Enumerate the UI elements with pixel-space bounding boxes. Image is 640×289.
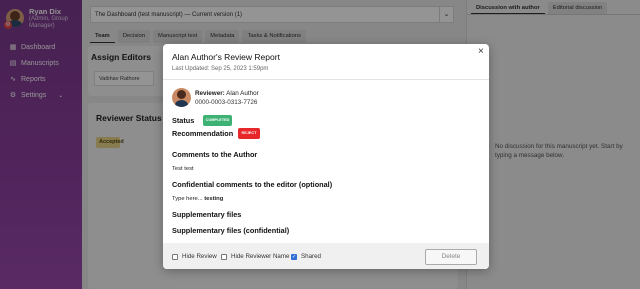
shared-checkbox[interactable]: ✓ Shared: [291, 253, 321, 260]
reviewer-name: Reviewer: Alan Author: [195, 90, 259, 97]
divider: [163, 79, 489, 80]
recommendation-badge: REJECT: [238, 128, 260, 139]
reviewer-name-value: Alan Author: [226, 90, 259, 97]
hide-review-checkbox[interactable]: Hide Review: [172, 253, 217, 260]
comments-text: Test test: [172, 166, 194, 172]
confidential-comment: Type here... testing: [172, 196, 223, 202]
hide-reviewer-name-checkbox[interactable]: Hide Reviewer Name: [221, 253, 289, 260]
supplementary-confidential-label: Supplementary files (confidential): [172, 226, 290, 235]
modal-title: Alan Author's Review Report: [172, 52, 280, 62]
supplementary-label: Supplementary files: [172, 210, 242, 219]
checkbox-box[interactable]: [172, 253, 178, 260]
status-badge: COMPLETED: [203, 115, 232, 126]
confidential-text: testing: [204, 196, 224, 202]
reviewer-label: Reviewer:: [195, 90, 225, 97]
checkbox-box[interactable]: [221, 253, 227, 260]
confidential-prefix: Type here...: [172, 196, 203, 202]
review-report-modal: × Alan Author's Review Report Last Updat…: [163, 44, 489, 269]
status-label: Status: [172, 116, 195, 125]
close-icon[interactable]: ×: [478, 46, 484, 57]
comments-label: Comments to the Author: [172, 150, 258, 159]
hide-reviewer-name-label: Hide Reviewer Name: [231, 253, 290, 260]
reviewer-orcid: 0000-0003-0313-7726: [195, 99, 258, 106]
confidential-label: Confidential comments to the editor (opt…: [172, 180, 333, 189]
shared-label: Shared: [301, 253, 321, 260]
last-updated: Last Updated: Sep 25, 2023 1:59pm: [172, 66, 269, 72]
delete-button[interactable]: Delete: [425, 249, 477, 265]
hide-review-label: Hide Review: [182, 253, 217, 260]
recommendation-label: Recommendation: [172, 129, 234, 138]
avatar: [172, 88, 191, 107]
check-icon[interactable]: ✓: [291, 253, 297, 260]
